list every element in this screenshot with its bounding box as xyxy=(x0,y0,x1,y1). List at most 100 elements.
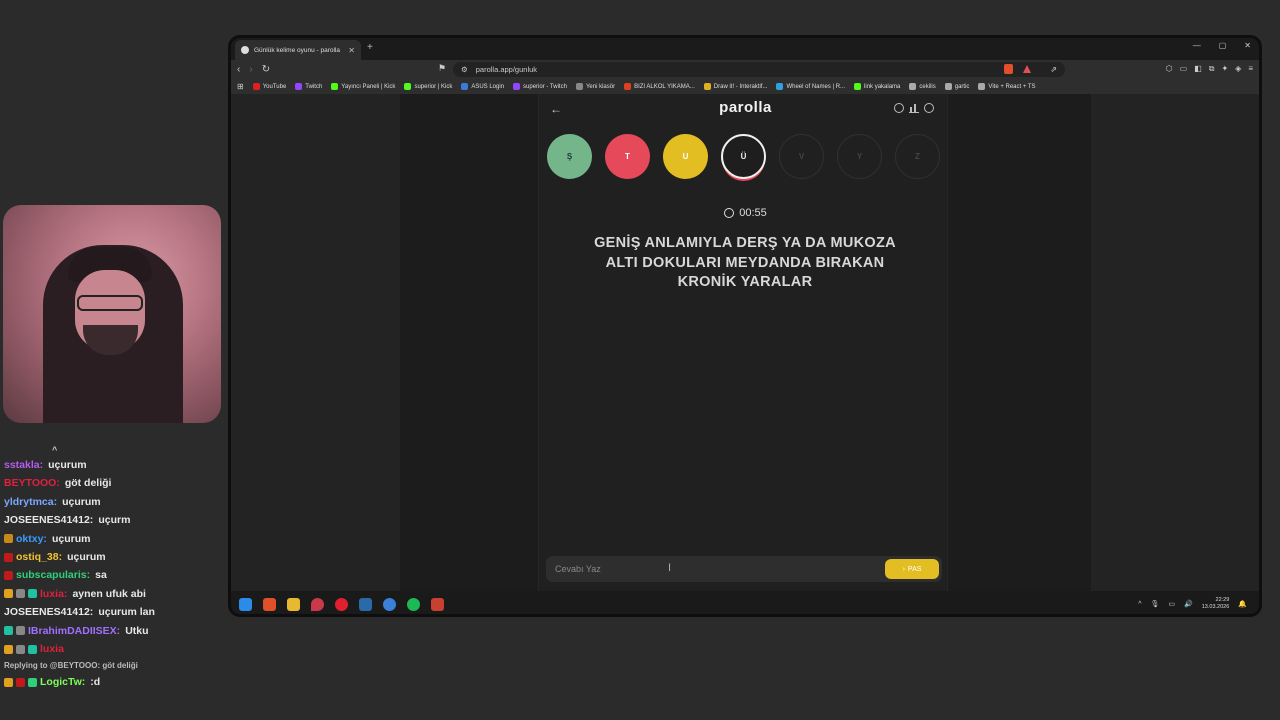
letter-circle-empty: Z xyxy=(895,134,940,179)
chat-text: göt deliği xyxy=(64,477,112,490)
maximize-icon[interactable]: ▢ xyxy=(1219,41,1227,50)
back-icon[interactable]: ‹ xyxy=(237,64,240,75)
chat-message: JOSEENES41412: uçurm xyxy=(4,511,224,529)
brave-taskbar-icon[interactable] xyxy=(263,597,276,611)
share-icon[interactable]: ⇗ xyxy=(1050,65,1057,74)
system-tray: ^ 🎙 ▭ 🔊 22:29 13.03.2026 🔔 xyxy=(1138,597,1247,611)
chat-username[interactable]: IBrahimDADIISEX: xyxy=(28,622,120,640)
chat-username[interactable]: ostiq_38: xyxy=(16,548,62,566)
answer-box: › PAS xyxy=(546,556,942,582)
screenshot-icon[interactable]: ⧉ xyxy=(1209,64,1215,74)
bookmark-item[interactable]: gartic xyxy=(944,83,970,90)
notification-icon[interactable]: 🔔 xyxy=(1238,600,1247,608)
chat-username[interactable]: oktxy: xyxy=(16,530,47,548)
bookmark-item[interactable]: Wheel of Names | R... xyxy=(776,83,845,90)
close-window-icon[interactable]: ✕ xyxy=(1244,41,1251,50)
chat-username[interactable]: JOSEENES41412: xyxy=(4,603,93,621)
address-bar[interactable]: ⚙ parolla.app/gunluk ⇗ xyxy=(453,62,1065,77)
chat-badge-icon xyxy=(28,677,37,687)
bookmark-item[interactable]: Draw it! - Interaktif... xyxy=(703,83,767,90)
tab-title: Günlük kelime oyunu - parolla xyxy=(254,46,340,54)
pass-button[interactable]: › PAS xyxy=(885,559,939,579)
pin-app-icon[interactable] xyxy=(311,597,324,611)
new-tab-icon[interactable]: + xyxy=(367,42,373,53)
bookmark-label: Wheel of Names | R... xyxy=(786,83,846,90)
chat-username[interactable]: luxia: xyxy=(40,585,67,603)
mic-icon[interactable]: 🎙 xyxy=(1151,600,1160,608)
volume-icon[interactable]: 🔊 xyxy=(1184,600,1193,608)
bookmark-item[interactable]: Vite + React + TS xyxy=(978,83,1036,90)
letter-circle-correct: Ş xyxy=(547,134,592,179)
brave-shield-icon[interactable] xyxy=(1004,64,1013,74)
bookmark-label: Twitch xyxy=(305,83,323,90)
vpn-icon[interactable]: ◈ xyxy=(1235,64,1241,74)
streamer-glasses xyxy=(77,295,143,311)
chat-message: subscapularis: sa xyxy=(4,566,224,584)
letter-circle-empty: V xyxy=(779,134,824,179)
reload-icon[interactable]: ↻ xyxy=(262,64,270,75)
forward-icon[interactable]: › xyxy=(249,64,252,75)
tab-favicon-icon xyxy=(241,46,249,54)
network-icon[interactable]: ▭ xyxy=(1168,600,1175,608)
globe-app-icon[interactable] xyxy=(383,597,396,611)
sidebar-icon[interactable]: ◧ xyxy=(1194,64,1202,74)
chat-username[interactable]: JOSEENES41412: xyxy=(4,511,93,529)
chat-text: aynen ufuk abi xyxy=(72,587,146,600)
apps-grid-icon[interactable]: ⊞ xyxy=(237,82,244,91)
bookmark-item[interactable]: link yakalama xyxy=(854,83,900,90)
bookmark-item[interactable]: superior - Twitch xyxy=(513,83,567,90)
bookmark-favicon-icon xyxy=(252,83,260,90)
chat-text: uçurm xyxy=(98,514,131,527)
clock-date: 13.03.2026 xyxy=(1201,604,1230,610)
file-explorer-icon[interactable] xyxy=(287,597,300,611)
extensions-icon[interactable]: ⬡ xyxy=(1166,64,1173,74)
bookmark-item[interactable]: Yeni klasör xyxy=(575,83,615,90)
browser-toolbar: ‹ › ↻ ⚑ ⚙ parolla.app/gunluk ⇗ ⬡ ▭ ◧ ⧉ ✦… xyxy=(231,60,1259,79)
bookmark-item[interactable]: YouTube xyxy=(252,83,286,90)
windows-start-icon[interactable] xyxy=(239,597,252,611)
spotify-icon[interactable] xyxy=(407,597,420,611)
bookmark-item[interactable]: BIZI ALKOL YIKAMA... xyxy=(624,83,695,90)
chat-text: :d xyxy=(90,676,101,689)
info-icon[interactable] xyxy=(894,103,904,113)
page-viewport: ← parolla ŞTUÜVYZ 00:55 GENİŞ ANLAMIYLA … xyxy=(231,94,1259,591)
bookmark-label: ASUS Login xyxy=(471,83,505,90)
minimize-icon[interactable]: — xyxy=(1193,41,1201,50)
bookmark-favicon-icon xyxy=(624,83,632,90)
bookmark-label: gartic xyxy=(954,83,970,90)
chat-text: uçurum xyxy=(51,532,91,545)
brave-rewards-icon[interactable] xyxy=(1023,65,1031,73)
system-clock[interactable]: 22:29 13.03.2026 xyxy=(1202,597,1230,611)
bookmark-item[interactable]: ASUS Login xyxy=(461,83,504,90)
bookmark-icon[interactable]: ⚑ xyxy=(438,63,446,74)
browser-tab[interactable]: Günlük kelime oyunu - parolla ✕ xyxy=(235,40,361,60)
bookmark-favicon-icon xyxy=(295,83,303,90)
menu-icon[interactable]: ≡ xyxy=(1248,64,1253,74)
red-app-icon[interactable] xyxy=(335,597,348,611)
tab-close-icon[interactable]: ✕ xyxy=(348,46,355,55)
chat-username[interactable]: LogicTw: xyxy=(40,673,85,691)
bookmark-item[interactable]: superior | Kick xyxy=(404,83,452,90)
chat-badge-icon xyxy=(16,589,25,599)
chat-badge-icon xyxy=(4,626,13,636)
bookmark-item[interactable]: Twitch xyxy=(295,83,322,90)
site-info-icon[interactable]: ⚙ xyxy=(461,65,468,74)
chat-username[interactable]: BEYTOOO: xyxy=(4,474,60,492)
chat-username[interactable]: yldrytmca: xyxy=(4,493,57,511)
chat-message: luxia: aynen ufuk abi xyxy=(4,585,224,603)
recorder-app-icon[interactable] xyxy=(431,597,444,611)
tray-expand-icon[interactable]: ^ xyxy=(1138,601,1141,608)
bookmark-favicon-icon xyxy=(404,83,412,90)
chat-username[interactable]: sstakla: xyxy=(4,456,43,474)
steam-icon[interactable] xyxy=(359,597,372,611)
bookmark-item[interactable]: cekilis xyxy=(909,83,936,90)
answer-input[interactable] xyxy=(546,556,876,582)
wallet-icon[interactable]: ▭ xyxy=(1180,64,1188,74)
chat-username[interactable]: luxia xyxy=(40,640,64,658)
stats-icon[interactable] xyxy=(909,103,919,113)
bookmark-item[interactable]: Yayıncı Paneli | Kick xyxy=(331,83,395,90)
profile-icon[interactable] xyxy=(924,103,934,113)
chat-username[interactable]: subscapularis: xyxy=(16,566,90,584)
puzzle-icon[interactable]: ✦ xyxy=(1221,64,1228,74)
chat-text: sa xyxy=(95,569,107,582)
